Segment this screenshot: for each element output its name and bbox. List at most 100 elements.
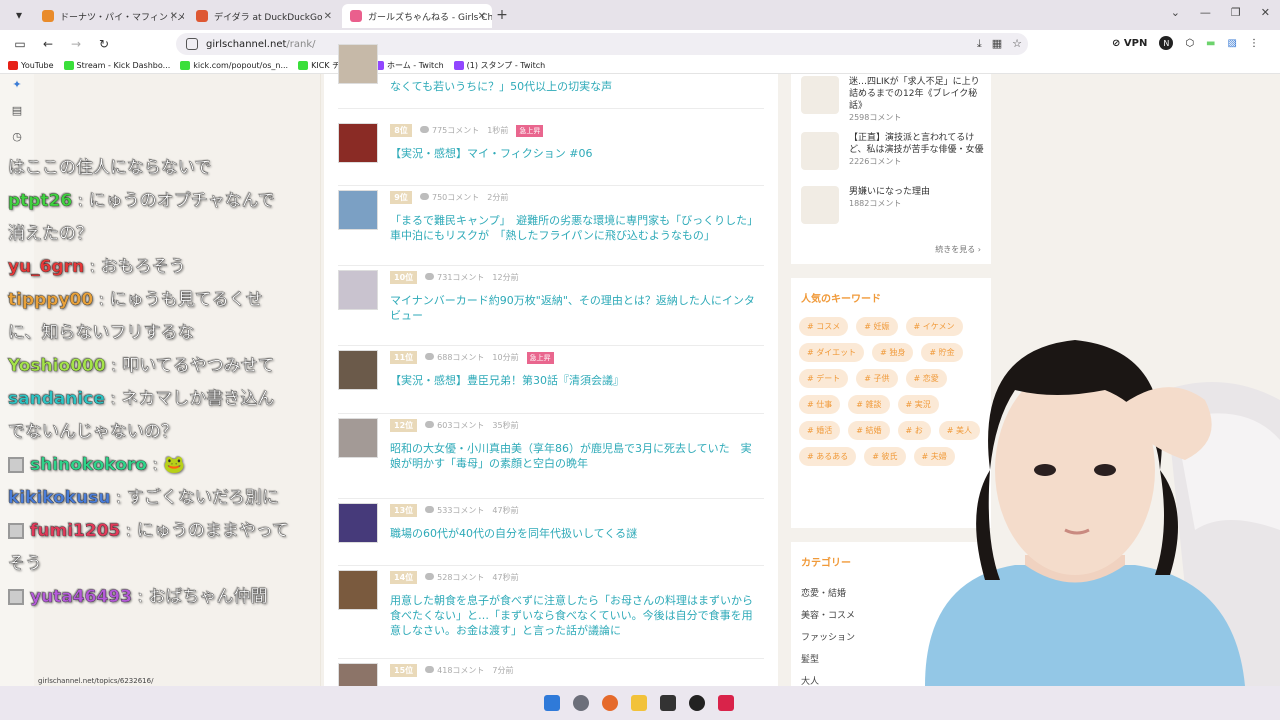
topic-thumbnail[interactable] <box>338 570 378 610</box>
chat-text: おばちゃん仲間 <box>148 587 268 607</box>
close-window-button[interactable]: ✕ <box>1261 6 1270 19</box>
popular-topic[interactable]: 男嫌いになった理由 1882コメント <box>791 186 991 238</box>
popular-topic-title[interactable]: 【正直】演技派と言われてるけど、私は演技が苦手な俳優・女優 <box>849 132 985 156</box>
topic-meta: 14位 528コメント 47秒前 <box>390 571 519 584</box>
minimize-button[interactable]: — <box>1200 6 1211 19</box>
topic-thumbnail[interactable] <box>338 418 378 458</box>
chat-message: yuta46493 : おばちゃん仲間 <box>0 581 290 614</box>
topic-title[interactable]: 【実況・感想】豊臣兄弟！第30話『清須会議』 <box>390 373 756 388</box>
keyword-chip[interactable]: # デート <box>799 369 849 388</box>
keyword-chip[interactable]: # 仕事 <box>799 395 841 414</box>
partial-topic-title[interactable]: なくても若いうちに？」50代以上の切実な声 <box>390 79 756 94</box>
list-tabs-icon[interactable]: ⌄ <box>1171 6 1180 19</box>
site-info-icon[interactable] <box>186 38 198 50</box>
extensions-icon[interactable]: ⬡ <box>1185 38 1194 49</box>
more-link[interactable]: 続きを見る › <box>791 244 991 255</box>
keyword-chip[interactable]: # 彼氏 <box>864 447 906 466</box>
keyword-chip[interactable]: # あるある <box>799 447 857 466</box>
translate-icon[interactable]: ▦ <box>992 37 1002 51</box>
synced-tabs-icon[interactable]: ▤ <box>0 104 34 126</box>
obs-icon[interactable] <box>689 695 705 711</box>
topic-thumbnail[interactable] <box>338 190 378 230</box>
keyword-chip[interactable]: # コスメ <box>799 317 849 336</box>
bookmark-star-icon[interactable]: ☆ <box>1012 37 1022 51</box>
file-explorer-icon[interactable] <box>631 695 647 711</box>
topic-thumbnail[interactable] <box>338 270 378 310</box>
ranking-row[interactable]: 12位 603コメント 35秒前 昭和の大女優・小川真由美（享年86）が鹿児島で3月に… <box>338 414 764 499</box>
address-bar[interactable]: girlschannel.net/rank/ ⤓ ▦ ☆ <box>176 33 1028 55</box>
ranking-row[interactable]: 11位 688コメント 10分前 急上昇 【実況・感想】豊臣兄弟！第30話『清須会議』 <box>338 346 764 414</box>
sidebar-panel-icon[interactable]: ▭ <box>8 37 32 51</box>
popular-topic-title[interactable]: 男嫌いになった理由 <box>849 186 985 198</box>
keyword-chip[interactable]: # 妊娠 <box>856 317 898 336</box>
bookmark-label: YouTube <box>21 61 54 70</box>
comment-count-text: 775コメント <box>432 126 480 135</box>
comment-count: 688コメント <box>425 352 484 363</box>
ranking-row[interactable]: 14位 528コメント 47秒前用意した朝食を息子が食べずに注意したら「お母さんの料… <box>338 566 764 659</box>
bookmark-item[interactable]: (1) スタンプ - Twitch <box>453 60 545 71</box>
topic-thumbnail[interactable] <box>338 123 378 163</box>
topic-title[interactable]: 用意した朝食を息子が食べずに注意したら「お母さんの料理はまずいから食べたくない」… <box>390 593 756 638</box>
topic-title[interactable]: 職場の60代が40代の自分を同年代扱いしてくる謎 <box>390 526 756 541</box>
reload-button[interactable]: ↻ <box>92 37 116 51</box>
comment-count: 603コメント <box>425 420 484 431</box>
close-tab-icon[interactable]: ✕ <box>324 11 332 22</box>
vpn-button[interactable]: ⊘ VPN <box>1112 38 1147 49</box>
screenshot-icon[interactable]: ▧ <box>1228 38 1237 49</box>
popular-topic[interactable]: 【正直】演技派と言われてるけど、私は演技が苦手な俳優・女優 2226コメント <box>791 132 991 184</box>
bookmark-item[interactable]: Stream - Kick Dashbo... <box>63 61 170 70</box>
keyword-chip[interactable]: # 雑談 <box>848 395 890 414</box>
app-icon[interactable] <box>660 695 676 711</box>
tab-2[interactable]: ガールズちゃんねる - Girls Channel✕ <box>342 4 492 28</box>
topic-time: 47秒前 <box>492 506 519 515</box>
topic-thumbnail[interactable] <box>338 503 378 543</box>
topic-title[interactable]: 昭和の大女優・小川真由美（享年86）が鹿児島で3月に死去していた 実娘が明かす「… <box>390 441 756 471</box>
keyword-chip[interactable]: # 結婚 <box>848 421 890 440</box>
forward-button[interactable]: → <box>64 37 88 51</box>
keyword-chip[interactable]: # 婚活 <box>799 421 841 440</box>
keywords-title: 人気のキーワード <box>801 294 881 305</box>
ranking-row[interactable]: 10位 731コメント 12分前 マイナンバーカード約90万枚"返納"、その理由とは？… <box>338 266 764 346</box>
bookmark-item[interactable]: ホーム - Twitch <box>374 60 444 71</box>
recorder-icon[interactable] <box>718 695 734 711</box>
close-tab-icon[interactable]: ✕ <box>170 11 178 22</box>
bookmark-item[interactable]: YouTube <box>8 61 54 70</box>
ai-sparkle-icon[interactable]: ✦ <box>0 78 34 100</box>
topic-time: 12分前 <box>492 273 519 282</box>
firefox-icon[interactable] <box>602 695 618 711</box>
keyword-chip[interactable]: # 子供 <box>856 369 898 388</box>
hot-badge: 急上昇 <box>516 124 544 137</box>
sidebar-toggle-icon[interactable]: ▾ <box>4 8 34 22</box>
topic-meta: 9位 750コメント 2分前 <box>390 191 508 204</box>
partial-thumbnail[interactable] <box>338 44 378 84</box>
battery-extension-icon[interactable]: ▬ <box>1206 38 1215 49</box>
keyword-chip[interactable]: # ダイエット <box>799 343 865 362</box>
tab-1[interactable]: デイダラ at DuckDuckGo ✕ <box>188 4 338 28</box>
comment-count: 528コメント <box>425 572 484 583</box>
rank-badge: 9位 <box>390 191 412 204</box>
back-button[interactable]: ← <box>36 37 60 51</box>
comment-count-text: 750コメント <box>432 193 480 202</box>
ranking-row[interactable]: 8位 775コメント 1秒前 急上昇 【実況・感想】マイ・フィクション #06 <box>338 119 764 186</box>
topic-title[interactable]: マイナンバーカード約90万枚"返納"、その理由とは？返納した人にインタビュー <box>390 293 756 323</box>
history-icon[interactable]: ◷ <box>0 130 34 152</box>
popular-topic-title[interactable]: 迷…四LIKが「求人不足」に上り詰めるまでの12年《ブレイク秘話》 <box>849 76 985 112</box>
save-icon[interactable]: ⤓ <box>977 37 982 51</box>
topic-title[interactable]: 「まるで難民キャンプ」 避難所の劣悪な環境に専門家も「びっくりした」 車中泊にも… <box>390 213 764 243</box>
menu-icon[interactable]: ⋮ <box>1249 38 1259 49</box>
close-tab-icon[interactable]: ✕ <box>478 11 486 22</box>
topic-thumbnail[interactable] <box>338 350 378 390</box>
topic-time: 7分前 <box>492 666 514 675</box>
popular-topic[interactable]: 迷…四LIKが「求人不足」に上り詰めるまでの12年《ブレイク秘話》 2598コメン… <box>791 76 991 128</box>
comment-count: 750コメント <box>420 192 479 203</box>
profile-avatar[interactable]: N <box>1159 36 1174 50</box>
ranking-row[interactable]: 13位 533コメント 47秒前 職場の60代が40代の自分を同年代扱いしてくる謎 <box>338 499 764 566</box>
bookmark-item[interactable]: kick.com/popout/os_n... <box>180 61 288 70</box>
tab-0[interactable]: ドーナツ・パイ・マフィン｜メニュー｜ミ✕ <box>34 4 184 28</box>
ranking-row[interactable]: 9位 750コメント 2分前 「まるで難民キャンプ」 避難所の劣悪な環境に専門家も「び… <box>338 186 764 266</box>
windows-start-icon[interactable] <box>544 695 560 711</box>
new-tab-button[interactable]: + <box>492 7 512 23</box>
restore-button[interactable]: ❐ <box>1231 6 1241 19</box>
settings-icon[interactable] <box>573 695 589 711</box>
topic-title[interactable]: 【実況・感想】マイ・フィクション #06 <box>390 146 756 161</box>
